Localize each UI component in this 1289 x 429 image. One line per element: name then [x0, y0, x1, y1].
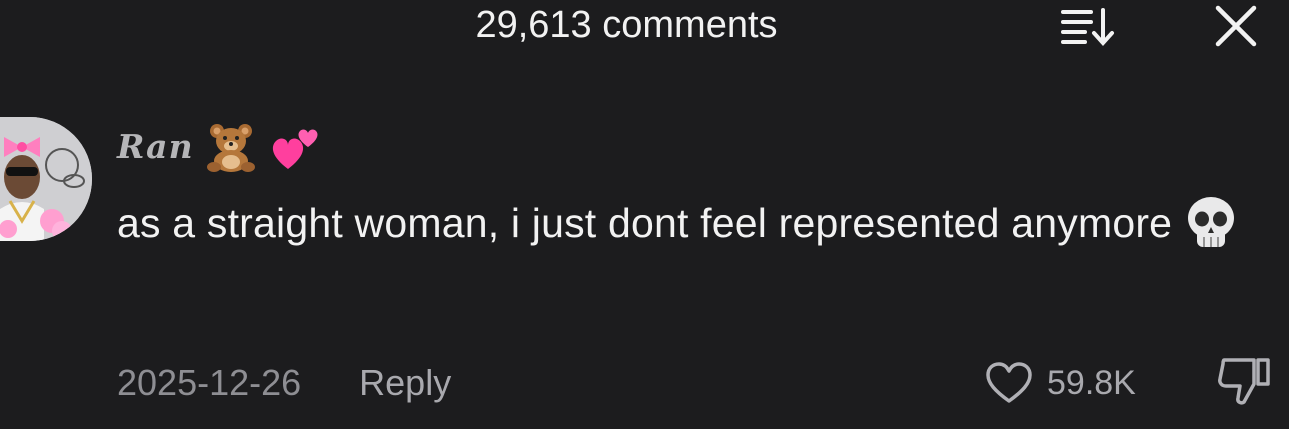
like-button[interactable]: 59.8K — [985, 355, 1136, 411]
comment-author-row: Ran — [117, 116, 322, 176]
skull-icon — [1188, 197, 1235, 247]
comment-body: as a straight woman, i just dont feel re… — [117, 188, 1282, 258]
heart-icon — [986, 362, 1032, 403]
avatar-image — [0, 117, 92, 241]
comment-username[interactable]: Ran — [117, 127, 194, 166]
two-hearts-icon — [272, 129, 318, 169]
reply-button[interactable]: Reply — [359, 362, 451, 404]
comment-meta: 2025-12-26 Reply — [117, 355, 451, 411]
sort-button[interactable] — [1057, 4, 1123, 48]
close-button[interactable] — [1210, 2, 1262, 50]
avatar[interactable] — [0, 117, 92, 241]
sort-list-icon — [1061, 8, 1114, 46]
comment-date: 2025-12-26 — [117, 362, 302, 403]
teddy-bear-icon — [206, 124, 255, 172]
dislike-button[interactable] — [1214, 354, 1276, 410]
comment-text: as a straight woman, i just dont feel re… — [117, 200, 1173, 246]
like-count: 59.8K — [1047, 363, 1136, 402]
close-icon — [1215, 5, 1257, 47]
thumbs-down-icon — [1218, 358, 1270, 405]
